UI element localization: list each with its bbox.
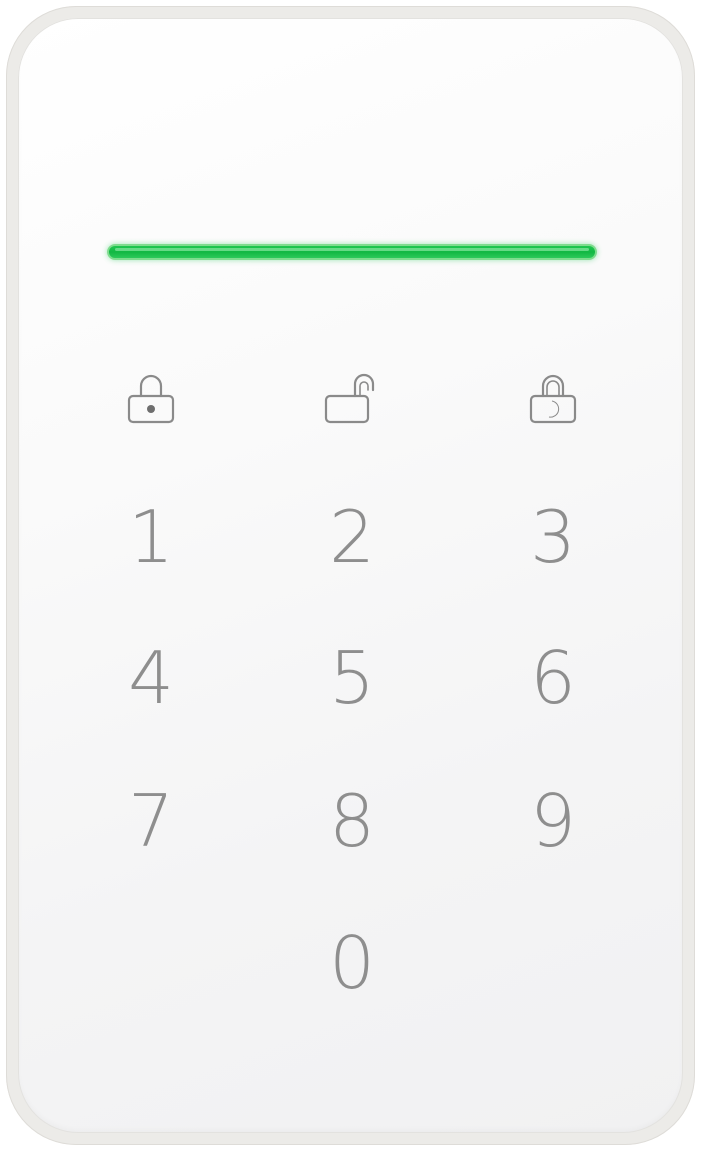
digit-label: 2: [329, 495, 375, 579]
lock-closed-icon: [127, 374, 175, 424]
disarm-button[interactable]: [302, 348, 402, 448]
arm-button[interactable]: [101, 348, 201, 448]
lock-moon-icon: [529, 374, 577, 424]
digit-label: 6: [530, 636, 576, 720]
key-8[interactable]: 8: [302, 771, 402, 871]
digit-label: 0: [329, 921, 375, 1005]
digit-label: 8: [329, 779, 375, 863]
key-2[interactable]: 2: [302, 487, 402, 587]
key-1[interactable]: 1: [101, 487, 201, 587]
status-led: [107, 244, 597, 260]
lock-open-icon: [324, 373, 375, 424]
night-mode-button[interactable]: [503, 348, 603, 448]
digit-label: 5: [329, 636, 375, 720]
key-7[interactable]: 7: [101, 771, 201, 871]
digit-label: 1: [128, 495, 174, 579]
digit-label: 9: [530, 779, 576, 863]
key-9[interactable]: 9: [503, 771, 603, 871]
key-3[interactable]: 3: [503, 487, 603, 587]
key-4[interactable]: 4: [101, 628, 201, 728]
key-0[interactable]: 0: [302, 913, 402, 1013]
key-5[interactable]: 5: [302, 628, 402, 728]
key-6[interactable]: 6: [503, 628, 603, 728]
digit-label: 3: [530, 495, 576, 579]
digit-label: 4: [128, 636, 174, 720]
digit-label: 7: [128, 779, 174, 863]
